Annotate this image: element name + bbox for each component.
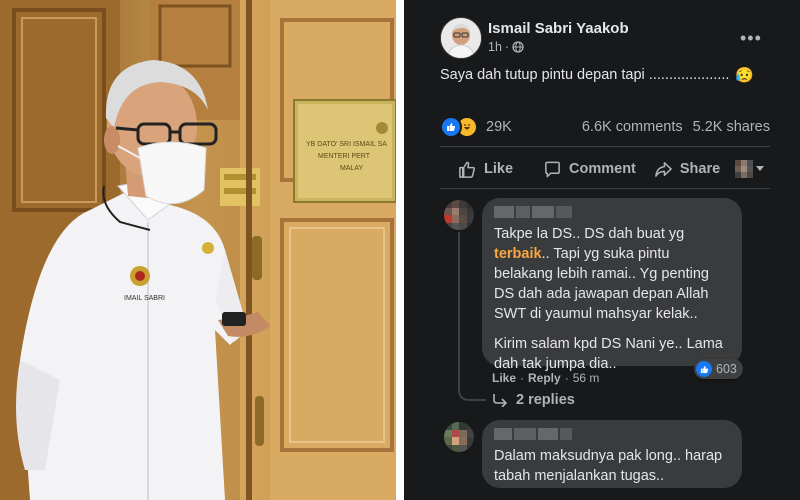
comment-paragraph-1: Takpe la DS.. DS dah buat yg terbaik.. T… (494, 224, 730, 324)
audience-selector[interactable] (735, 160, 764, 178)
replies-label: 2 replies (516, 392, 575, 408)
sad-emoji-icon: 😥 (735, 67, 755, 84)
reactions-count[interactable]: 29K (486, 119, 512, 135)
post-body: Saya dah tutup pintu depan tapi ........… (440, 67, 730, 83)
photo-illustration: YB DATO' SRI ISMAIL SA MENTERI PERT MALA… (0, 0, 396, 500)
post-actions: Like Comment Share (440, 154, 770, 184)
share-button[interactable]: Share (654, 160, 720, 179)
shares-count[interactable]: 5.2K shares (693, 119, 770, 135)
share-label: Share (679, 161, 721, 177)
divider-top (440, 146, 770, 147)
comment-like-button[interactable]: Like (492, 371, 516, 385)
thread-connector (458, 380, 486, 401)
plaque-line-1: YB DATO' SRI ISMAIL SA (306, 141, 387, 148)
plaque-line-2: MENTERI PERT (318, 153, 371, 160)
reply-arrow-icon (493, 394, 508, 407)
author-avatar[interactable] (440, 17, 482, 59)
comment-bubble: Dalam maksudnya pak long.. harap tabah m… (482, 420, 742, 488)
comment-icon (545, 161, 560, 177)
plaque-line-3: MALAY (340, 165, 364, 172)
reaction-icons[interactable] (440, 116, 478, 138)
action-separator: · (520, 371, 525, 385)
comment-label: Comment (569, 161, 636, 177)
post-text: Saya dah tutup pintu depan tapi ........… (440, 66, 754, 84)
comment-button[interactable]: Comment (543, 160, 636, 179)
comment-bubble: Takpe la DS.. DS dah buat yg terbaik.. T… (482, 198, 742, 372)
comment-reply-button[interactable]: Reply (528, 371, 561, 385)
meta-separator: · (504, 40, 510, 54)
commenter-name-blurred[interactable] (494, 428, 730, 440)
like-reaction-icon (696, 361, 712, 377)
more-options-icon[interactable]: ••• (740, 28, 762, 49)
comment-reactions[interactable]: 603 (694, 359, 743, 379)
comments-count[interactable]: 6.6K comments (582, 119, 683, 135)
thread-line (458, 232, 460, 392)
facebook-post-panel: Ismail Sabri Yaakob 1h · ••• Saya dah tu… (404, 0, 800, 500)
author-name[interactable]: Ismail Sabri Yaakob (488, 20, 629, 37)
thumbs-up-icon (459, 161, 476, 178)
comment-text-1a: Takpe la DS.. DS dah buat yg (494, 226, 685, 242)
post-stats: 6.6K comments 5.2K shares (582, 119, 770, 135)
comment-reaction-count: 603 (716, 362, 737, 376)
comment-actions: Like · Reply · 56 m (492, 371, 599, 385)
like-button[interactable]: Like (458, 160, 513, 179)
reaction-summary: 29K 6.6K comments 5.2K shares (440, 116, 770, 138)
highlighted-word[interactable]: terbaik (494, 246, 542, 262)
commenter-avatar[interactable] (444, 200, 474, 230)
shirt-badge: IMAIL SABRI (124, 295, 165, 302)
blurred-avatar-icon (735, 160, 753, 178)
like-reaction-icon (440, 116, 462, 138)
divider-bottom (440, 188, 770, 189)
action-separator: · (564, 371, 569, 385)
commenter-name-blurred[interactable] (494, 206, 730, 218)
share-icon (655, 161, 672, 177)
chevron-down-icon (756, 166, 764, 171)
post-photo[interactable]: YB DATO' SRI ISMAIL SA MENTERI PERT MALA… (0, 0, 396, 500)
commenter-avatar[interactable] (444, 422, 474, 452)
view-replies-button[interactable]: 2 replies (492, 392, 575, 408)
avatar-image (441, 18, 481, 58)
post-meta: 1h · (488, 40, 524, 54)
post-time[interactable]: 1h (488, 40, 502, 54)
comment-text: Dalam maksudnya pak long.. harap tabah m… (494, 448, 723, 484)
comment-time[interactable]: 56 m (573, 371, 600, 385)
like-label: Like (484, 161, 514, 177)
globe-icon[interactable] (512, 41, 524, 53)
